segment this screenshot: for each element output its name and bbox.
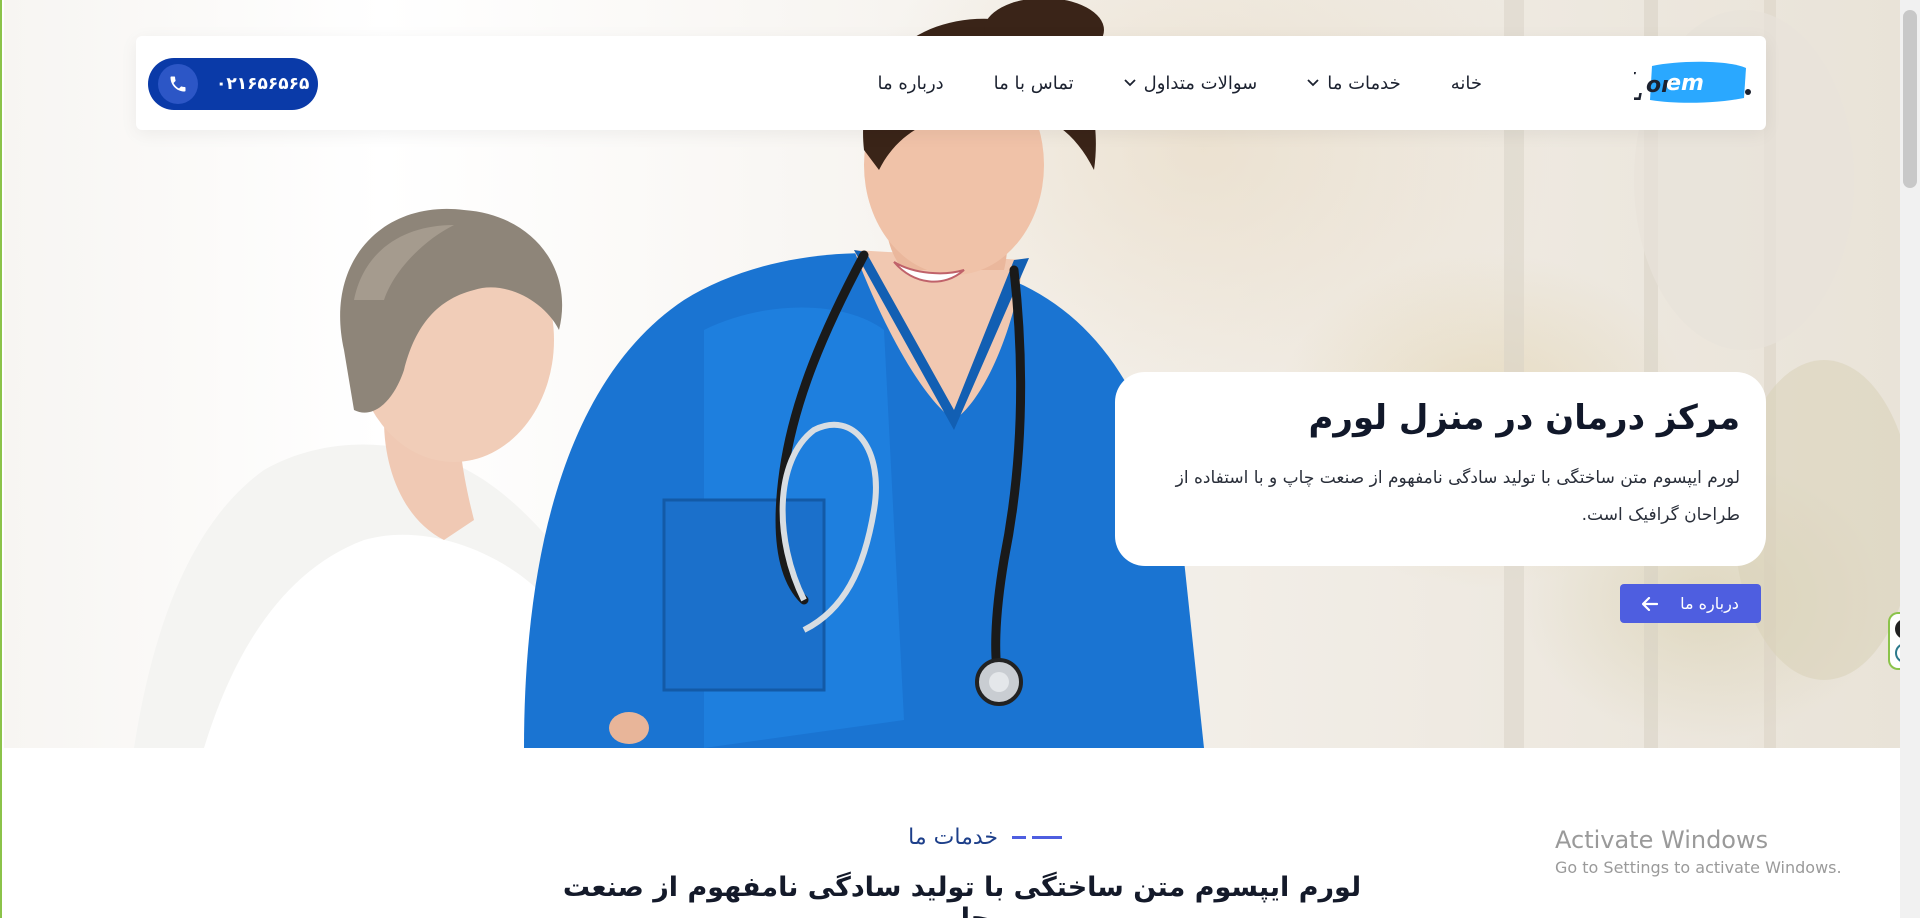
nav-item-faq[interactable]: سوالات متداول [1123,72,1258,94]
hero-card: مرکز درمان در منزل لورم لورم ایپسوم متن … [1115,372,1766,566]
nav-item-contact[interactable]: تماس با ما [994,73,1074,94]
nav-faq-label: سوالات متداول [1143,72,1258,94]
nav-home-label: خانه [1450,72,1482,94]
nav-contact-label: تماس با ما [993,72,1074,94]
services-title: لورم ایپسوم متن ساختگی با تولید سادگی نا… [562,872,1362,918]
phone-icon [158,64,198,104]
svg-text:em: em [1666,71,1704,96]
top-navbar: L or em خانه خدمات ما سوالات متداول تماس… [136,36,1766,130]
chevron-down-icon [1307,79,1319,87]
about-us-label: درباره ما [1680,594,1739,613]
windows-activation-watermark: Activate Windows Go to Settings to activ… [1555,826,1842,877]
services-section-label: خدمات ما [902,820,1062,854]
nav-services-label: خدمات ما [1327,72,1401,94]
chevron-down-icon [1123,79,1136,87]
nav-item-home[interactable]: خانه [1451,73,1482,94]
arrow-left-icon [1642,596,1659,611]
svg-text:L: L [1634,64,1644,109]
phone-call-button[interactable]: ۰۲۱۶۵۶۵۶۵ [148,58,318,110]
hero-title: مرکز درمان در منزل لورم [1308,398,1740,438]
phone-number: ۰۲۱۶۵۶۵۶۵ [216,74,310,94]
nav-item-about[interactable]: درباره ما [877,73,943,94]
watermark-line2: Go to Settings to activate Windows. [1555,858,1842,877]
site-logo[interactable]: L or em [1616,58,1754,112]
vertical-scrollbar[interactable] [1900,0,1920,918]
scrollbar-thumb[interactable] [1903,10,1917,188]
watermark-line1: Activate Windows [1555,826,1769,854]
hero-description: لورم ایپسوم متن ساختگی با تولید سادگی نا… [1175,468,1740,525]
main-nav: خانه خدمات ما سوالات متداول تماس با ما د… [877,36,1482,130]
about-us-button[interactable]: درباره ما [1620,584,1761,623]
services-label-text: خدمات ما [908,824,998,850]
logo-mark: L or em [1616,61,1751,109]
title-dash-decoration [1012,835,1062,839]
nav-item-services[interactable]: خدمات ما [1307,73,1401,94]
nav-about-label: درباره ما [877,72,944,94]
